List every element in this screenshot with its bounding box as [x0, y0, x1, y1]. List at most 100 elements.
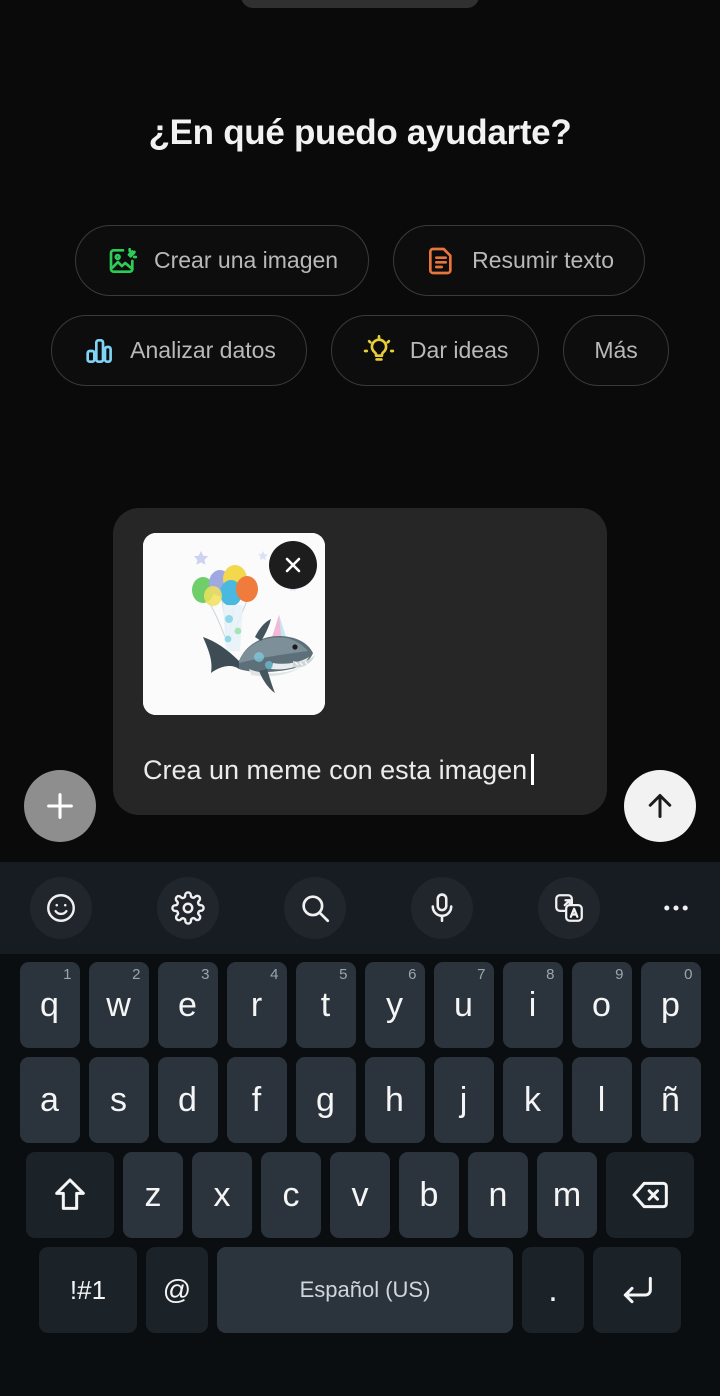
phone-screen: ¿En qué puedo ayudarte? Crear una imagen	[0, 0, 720, 1396]
suggestion-chip-row-1: Crear una imagen Resumir texto	[0, 225, 720, 296]
enter-key[interactable]	[593, 1247, 681, 1333]
translate-icon	[555, 894, 583, 922]
at-key[interactable]: @	[146, 1247, 208, 1333]
attachment-thumbnail[interactable]	[143, 533, 325, 715]
key-superscript: 4	[270, 966, 279, 983]
key-g[interactable]: g	[295, 1057, 356, 1143]
key-h[interactable]: h	[364, 1057, 425, 1143]
key-label: b	[419, 1175, 439, 1214]
chip-dar-ideas[interactable]: Dar ideas	[330, 315, 540, 386]
keyboard-row-3: z x c v b n m	[0, 1152, 720, 1238]
add-attachment-button[interactable]	[24, 770, 96, 842]
key-enye[interactable]: ñ	[640, 1057, 701, 1143]
key-superscript: 3	[201, 966, 210, 983]
arrow-up-icon	[648, 794, 672, 818]
key-f[interactable]: f	[226, 1057, 287, 1143]
key-superscript: 9	[615, 966, 624, 983]
key-label: r	[250, 985, 263, 1024]
key-n[interactable]: n	[468, 1152, 528, 1238]
key-o[interactable]: 9 o	[571, 962, 632, 1048]
key-label: x	[213, 1175, 231, 1214]
key-label: t	[320, 985, 331, 1024]
key-t[interactable]: 5 t	[295, 962, 356, 1048]
key-a[interactable]: a	[19, 1057, 80, 1143]
chip-label: Más	[594, 337, 638, 363]
composer-text-value: Crea un meme con esta imagen	[143, 755, 528, 785]
message-composer[interactable]: Crea un meme con esta imagen	[113, 508, 607, 815]
image-sparkle-icon	[106, 244, 140, 278]
key-l[interactable]: l	[571, 1057, 632, 1143]
key-r[interactable]: 4 r	[226, 962, 287, 1048]
voice-input-button[interactable]	[411, 877, 473, 939]
key-q[interactable]: 1 q	[19, 962, 80, 1048]
chip-resumir-texto[interactable]: Resumir texto	[393, 225, 645, 296]
key-x[interactable]: x	[192, 1152, 252, 1238]
keyboard-key-rows: 1 q 2 w 3 e 4 r 5 t 6 y 7 u 8 i 9 o 0 p …	[0, 954, 720, 1333]
keyboard-row-4: !#1 @ Español (US) .	[0, 1247, 720, 1333]
send-button[interactable]	[624, 770, 696, 842]
backspace-icon	[632, 1181, 668, 1209]
key-label: o	[592, 985, 611, 1024]
key-b[interactable]: b	[399, 1152, 459, 1238]
key-label: ñ	[661, 1080, 680, 1119]
key-label: c	[282, 1175, 300, 1214]
key-s[interactable]: s	[88, 1057, 149, 1143]
key-z[interactable]: z	[123, 1152, 183, 1238]
key-k[interactable]: k	[502, 1057, 563, 1143]
suggestion-chips: Crear una imagen Resumir texto Analizar …	[0, 225, 720, 405]
chip-mas[interactable]: Más	[563, 315, 669, 386]
key-j[interactable]: j	[433, 1057, 494, 1143]
search-icon	[302, 895, 330, 923]
keyboard-toolbar	[0, 862, 720, 954]
close-icon	[285, 557, 301, 573]
key-d[interactable]: d	[157, 1057, 218, 1143]
key-p[interactable]: 0 p	[640, 962, 701, 1048]
shift-key[interactable]	[26, 1152, 114, 1238]
more-options-button[interactable]	[645, 877, 707, 939]
key-superscript: 1	[63, 966, 72, 983]
composer-text-area[interactable]: Crea un meme con esta imagen	[143, 749, 582, 793]
space-key[interactable]: Español (US)	[217, 1247, 513, 1333]
key-w[interactable]: 2 w	[88, 962, 149, 1048]
key-label: a	[40, 1080, 59, 1119]
emoji-icon	[47, 894, 75, 922]
shift-up-arrow-icon	[55, 1178, 85, 1210]
key-label: d	[178, 1080, 197, 1119]
chip-crear-una-imagen[interactable]: Crear una imagen	[75, 225, 370, 296]
more-options-icon	[664, 905, 688, 911]
microphone-icon	[431, 893, 453, 923]
emoji-button[interactable]	[30, 877, 92, 939]
key-superscript: 6	[408, 966, 417, 983]
key-i[interactable]: 8 i	[502, 962, 563, 1048]
key-label: k	[524, 1080, 541, 1119]
translate-button[interactable]	[538, 877, 600, 939]
suggestion-chip-row-2: Analizar datos Dar ideas Más	[0, 315, 720, 386]
keyboard-settings-button[interactable]	[157, 877, 219, 939]
period-key[interactable]: .	[522, 1247, 584, 1333]
plus-icon	[47, 793, 73, 819]
key-label: q	[40, 985, 59, 1024]
chip-label: Dar ideas	[409, 337, 509, 363]
key-label: h	[385, 1080, 404, 1119]
key-label: @	[162, 1274, 192, 1305]
key-label: p	[661, 985, 680, 1024]
key-label: f	[251, 1080, 262, 1119]
chip-label: Resumir texto	[472, 247, 614, 273]
symbols-key[interactable]: !#1	[39, 1247, 137, 1333]
key-u[interactable]: 7 u	[433, 962, 494, 1048]
document-lines-icon	[424, 244, 458, 278]
remove-attachment-button[interactable]	[269, 541, 317, 589]
key-c[interactable]: c	[261, 1152, 321, 1238]
key-label: w	[106, 985, 131, 1024]
key-m[interactable]: m	[537, 1152, 597, 1238]
key-superscript: 5	[339, 966, 348, 983]
key-e[interactable]: 3 e	[157, 962, 218, 1048]
key-v[interactable]: v	[330, 1152, 390, 1238]
keyboard-row-1: 1 q 2 w 3 e 4 r 5 t 6 y 7 u 8 i 9 o 0 p	[0, 962, 720, 1048]
key-superscript: 2	[132, 966, 141, 983]
backspace-key[interactable]	[606, 1152, 694, 1238]
keyboard-search-button[interactable]	[284, 877, 346, 939]
key-label: z	[144, 1175, 162, 1214]
key-y[interactable]: 6 y	[364, 962, 425, 1048]
chip-analizar-datos[interactable]: Analizar datos	[51, 315, 307, 386]
